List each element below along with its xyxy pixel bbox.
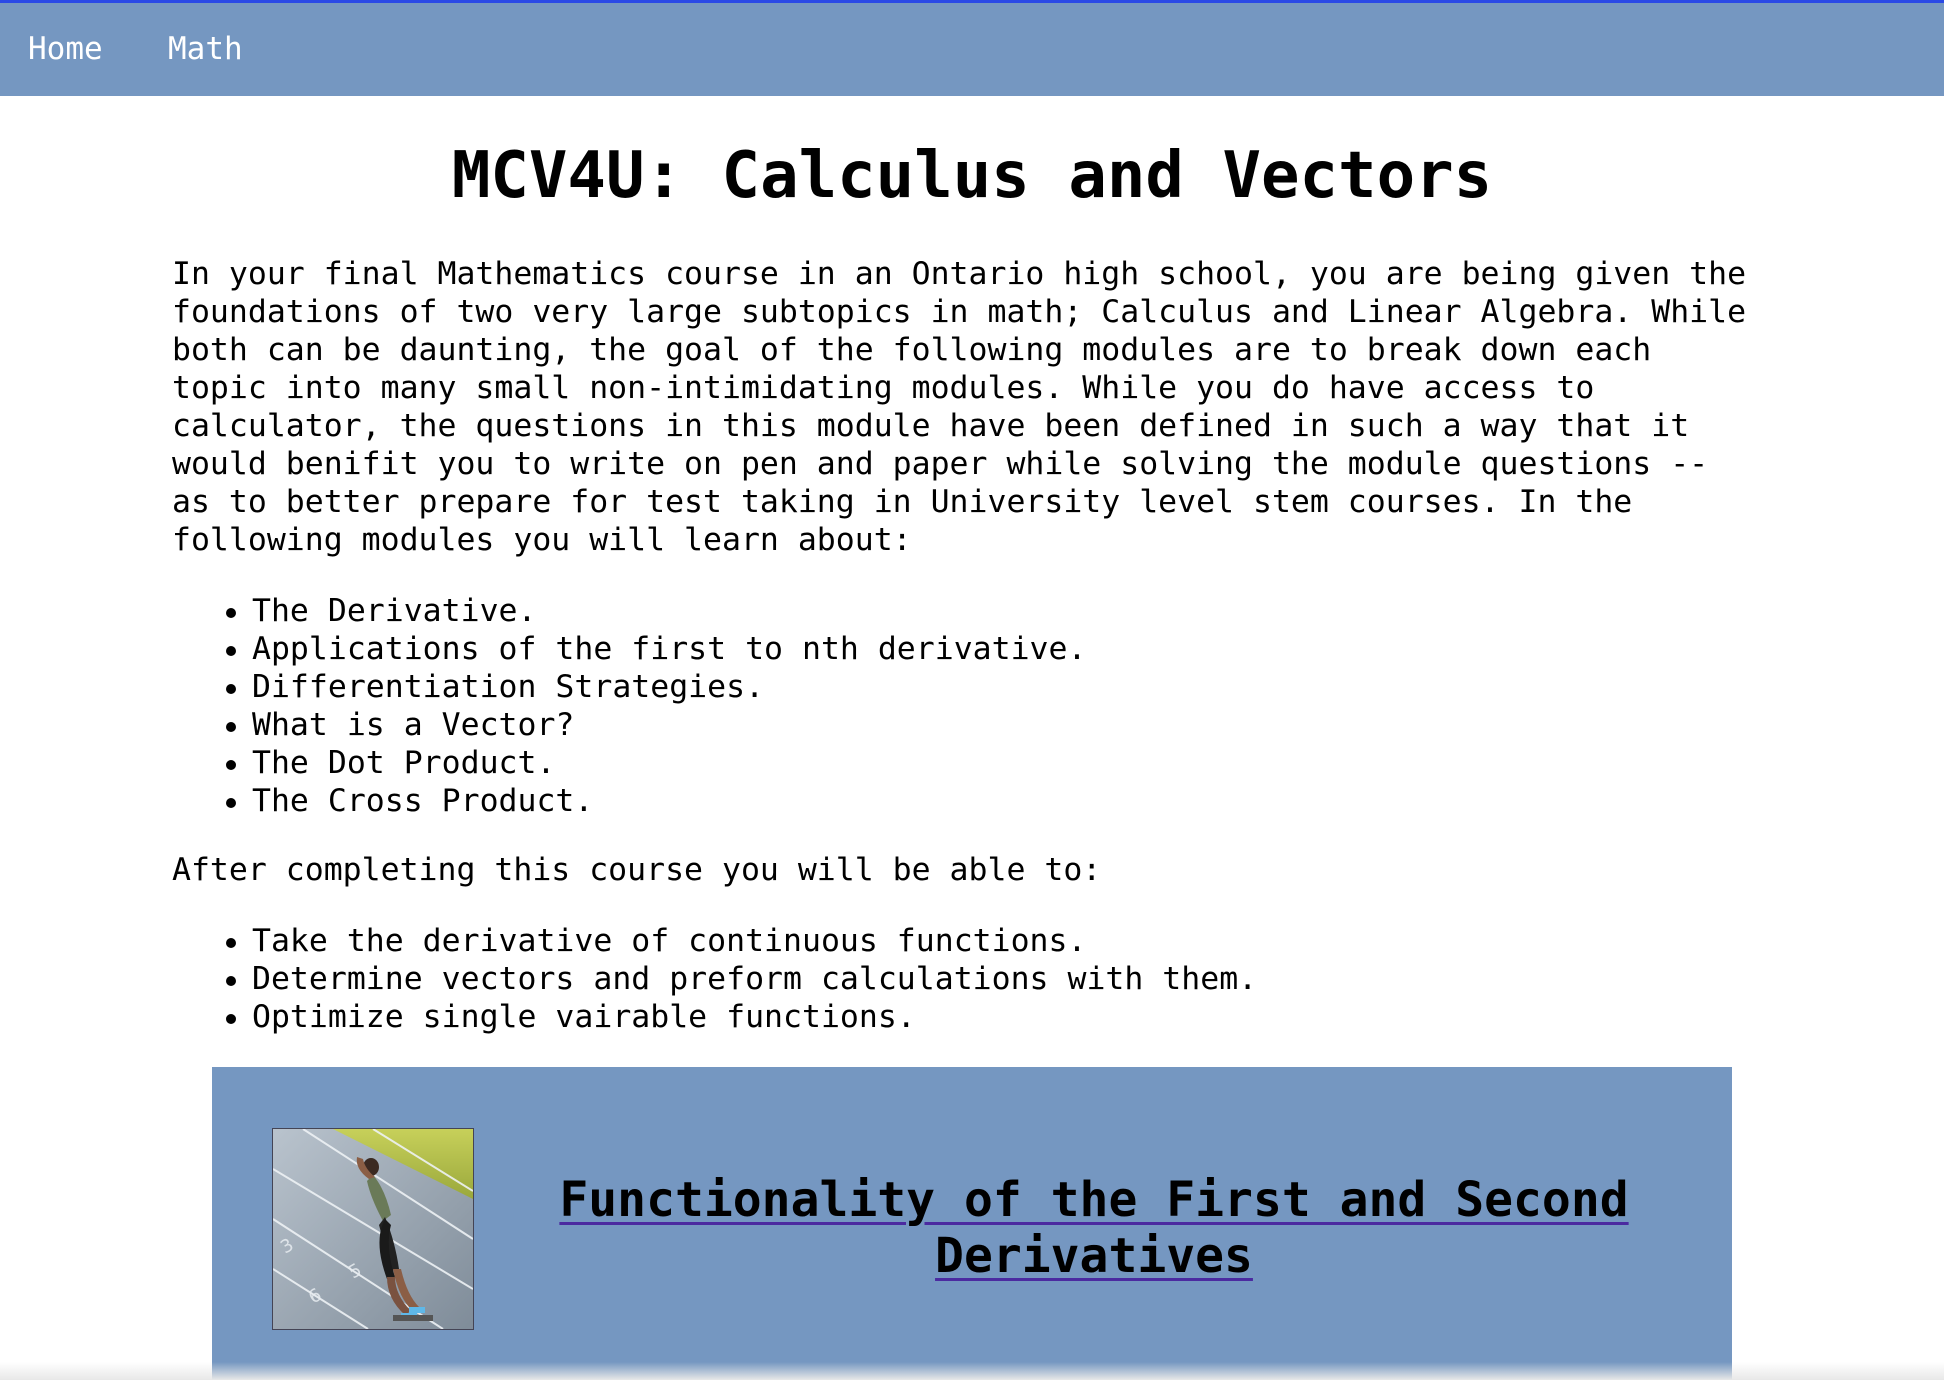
module-link[interactable]: Functionality of the First and Second De… bbox=[534, 1172, 1654, 1284]
nav-active-indicator bbox=[0, 96, 278, 99]
list-item: Take the derivative of continuous functi… bbox=[172, 922, 1257, 960]
list-item: What is a Vector? bbox=[172, 706, 1086, 744]
intro-paragraph: In your final Mathematics course in an O… bbox=[172, 256, 1747, 558]
list-item: Determine vectors and preform calculatio… bbox=[172, 960, 1257, 998]
list-item: The Dot Product. bbox=[172, 744, 1086, 782]
list-item: Optimize single vairable functions. bbox=[172, 998, 1257, 1036]
nav-link-math[interactable]: Math bbox=[168, 29, 243, 69]
sprinter-image[interactable]: 6 5 3 bbox=[272, 1128, 474, 1330]
page-title: MCV4U: Calculus and Vectors bbox=[451, 139, 1493, 213]
sprinter-photo-icon: 6 5 3 bbox=[273, 1129, 473, 1329]
modules-list: The Derivative. Applications of the firs… bbox=[172, 592, 1086, 820]
page: Home Math MCV4U: Calculus and Vectors In… bbox=[0, 0, 1944, 1380]
nav-link-home[interactable]: Home bbox=[28, 29, 103, 69]
outcomes-list: Take the derivative of continuous functi… bbox=[172, 922, 1257, 1036]
list-item: Differentiation Strategies. bbox=[172, 668, 1086, 706]
outcomes-heading: After completing this course you will be… bbox=[172, 852, 1102, 888]
list-item: Applications of the first to nth derivat… bbox=[172, 630, 1086, 668]
module-card: 6 5 3 Functionality of the First and Sec… bbox=[212, 1067, 1732, 1380]
list-item: The Cross Product. bbox=[172, 782, 1086, 820]
list-item: The Derivative. bbox=[172, 592, 1086, 630]
top-navbar: Home Math bbox=[0, 3, 1944, 99]
